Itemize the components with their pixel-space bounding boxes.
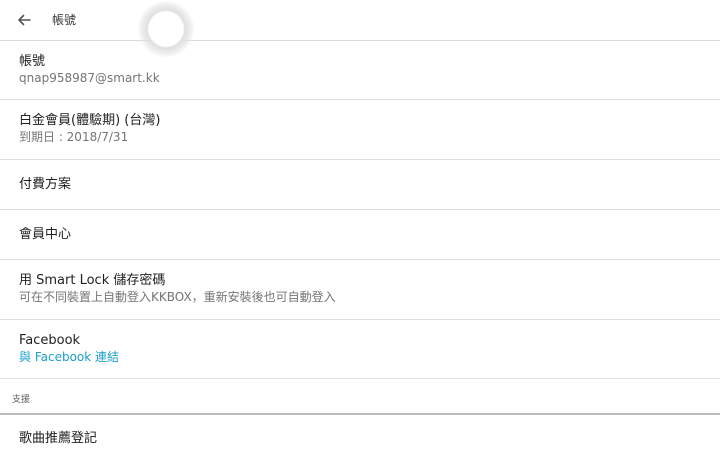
support-section-label: 支援	[12, 395, 31, 405]
smart-lock-title: 用 Smart Lock 儲存密碼	[19, 273, 166, 288]
support-section-header: 支援	[0, 379, 720, 415]
facebook-title: Facebook	[19, 333, 81, 348]
back-button[interactable]	[12, 8, 36, 32]
member-center-row[interactable]: 會員中心	[0, 210, 720, 260]
page-title: 帳號	[52, 13, 77, 27]
member-center-label: 會員中心	[19, 227, 72, 242]
facebook-row[interactable]: Facebook 與 Facebook 連結	[0, 320, 720, 379]
smart-lock-row[interactable]: 用 Smart Lock 儲存密碼 可在不同裝置上自動登入KKBOX，重新安裝後…	[0, 260, 720, 320]
smart-lock-description: 可在不同裝置上自動登入KKBOX，重新安裝後也可自動登入	[19, 290, 336, 304]
payment-plan-row[interactable]: 付費方案	[0, 160, 720, 210]
account-row[interactable]: 帳號 qnap958987@smart.kk	[0, 41, 720, 100]
song-recommend-row[interactable]: 歌曲推薦登記	[0, 415, 720, 450]
arrow-left-icon	[18, 14, 31, 26]
facebook-connect-link[interactable]: 與 Facebook 連結	[19, 349, 720, 365]
account-row-title: 帳號	[19, 54, 46, 69]
membership-expiry: 到期日 : 2018/7/31	[19, 130, 129, 144]
account-email: qnap958987@smart.kk	[19, 71, 160, 85]
song-recommend-label: 歌曲推薦登記	[19, 431, 98, 446]
toolbar: 帳號	[0, 0, 720, 57]
membership-plan-row[interactable]: 白金會員(體驗期) (台灣) 到期日 : 2018/7/31	[0, 100, 720, 160]
account-settings-screen: 帳號 帳號 qnap958987@smart.kk 白金會員(體驗期) (台灣)…	[0, 0, 720, 450]
payment-plan-label: 付費方案	[19, 177, 72, 192]
membership-plan-title: 白金會員(體驗期) (台灣)	[19, 113, 161, 128]
settings-list: 帳號 qnap958987@smart.kk 白金會員(體驗期) (台灣) 到期…	[0, 41, 720, 450]
